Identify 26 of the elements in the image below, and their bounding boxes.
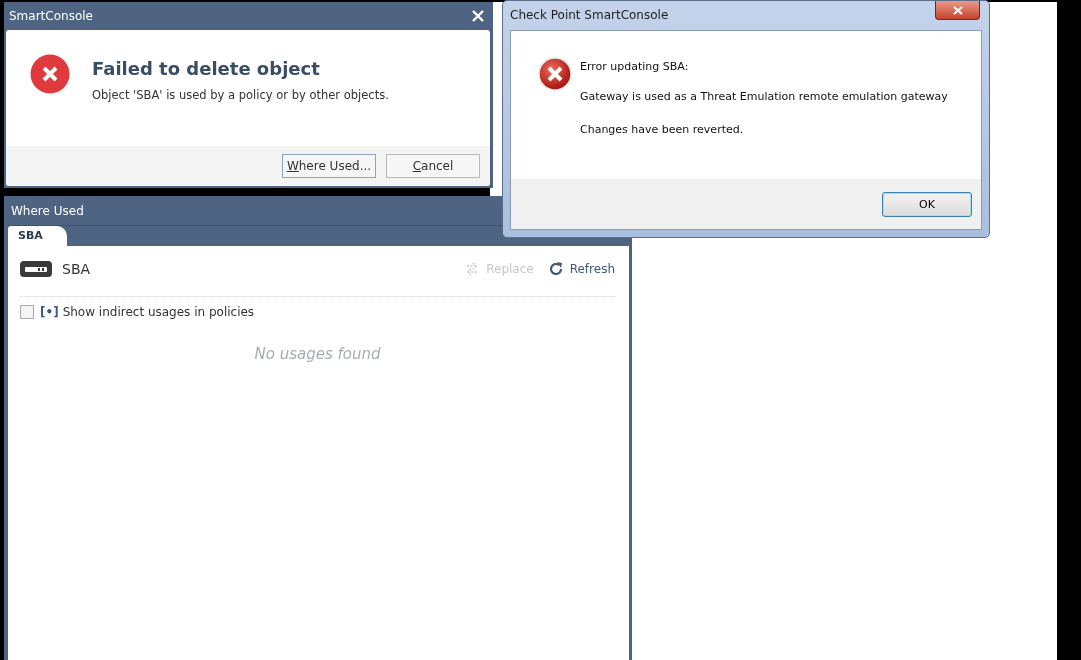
gateway-icon bbox=[20, 260, 52, 278]
checkbox-label: Show indirect usages in policies bbox=[62, 305, 255, 319]
close-button[interactable] bbox=[470, 8, 486, 24]
dialog-message: Gateway is used as a Threat Emulation remote emulation gateway bbox=[580, 90, 948, 103]
window-title: SmartConsole bbox=[9, 9, 93, 23]
tab[interactable]: SBA bbox=[8, 226, 67, 246]
panel-title: Where Used bbox=[11, 203, 84, 218]
object-name: SBA bbox=[62, 261, 91, 277]
dialog-message: Object 'SBA' is used by a policy or by other objects. bbox=[92, 88, 389, 102]
where-used-button[interactable]: Where Used... bbox=[282, 154, 376, 178]
dialog-message: Error updating SBA: bbox=[580, 60, 690, 73]
empty-message: No usages found bbox=[253, 345, 382, 363]
window-title: Check Point SmartConsole bbox=[510, 8, 669, 22]
dialog-message: Changes have been reverted. bbox=[580, 123, 745, 136]
close-button[interactable] bbox=[935, 1, 980, 20]
refresh-button[interactable]: Refresh bbox=[547, 261, 615, 277]
indirect-marker: [•] bbox=[40, 305, 59, 319]
error-icon bbox=[30, 54, 70, 94]
close-icon bbox=[952, 5, 963, 15]
refresh-icon bbox=[547, 261, 564, 277]
cancel-button[interactable]: Cancel bbox=[386, 154, 480, 178]
error-icon bbox=[538, 57, 572, 91]
checkbox[interactable] bbox=[20, 305, 34, 319]
ok-button[interactable]: OK bbox=[882, 191, 972, 217]
close-icon bbox=[472, 10, 484, 22]
dialog-heading: Failed to delete object bbox=[92, 58, 321, 79]
